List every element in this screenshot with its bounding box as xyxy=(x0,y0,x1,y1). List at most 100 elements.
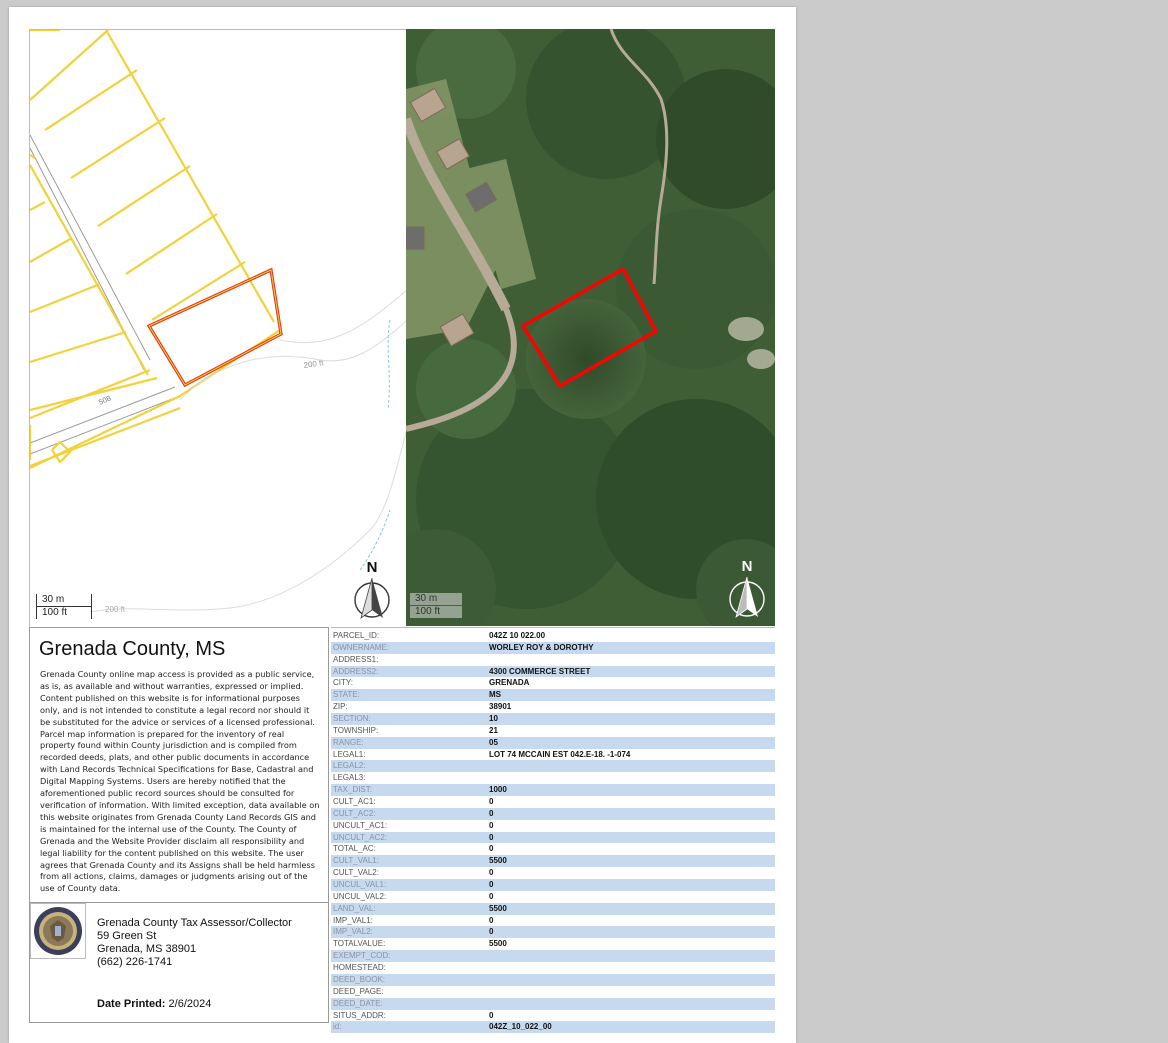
aerial-map[interactable]: 30 m 100 ft N xyxy=(406,29,775,626)
attribute-value: 5500 xyxy=(489,939,507,949)
attribute-key: UNCULT_AC2: xyxy=(331,831,487,844)
attribute-key: CULT_VAL2: xyxy=(333,868,379,878)
info-panel: Grenada County, MS Grenada County online… xyxy=(29,627,329,1023)
attribute-value: 1000 xyxy=(487,784,775,797)
attribute-row: DEED_BOOK: xyxy=(331,973,775,986)
scale-bar-imperial: 100 ft xyxy=(415,606,441,617)
attribute-row: id: 042Z_10_022_00 xyxy=(331,1021,775,1034)
attribute-row: CULT_VAL1: 5500 xyxy=(331,855,775,868)
office-street: 59 Green St xyxy=(97,930,157,942)
attribute-key: UNCUL_VAL2: xyxy=(333,891,387,901)
attribute-row: UNCUL_VAL2: 0 xyxy=(331,891,775,903)
attribute-key: CULT_AC2: xyxy=(331,807,487,820)
attribute-row: LEGAL3: xyxy=(331,772,775,784)
attribute-value xyxy=(487,997,775,1010)
attribute-key: UNCUL_VAL1: xyxy=(331,879,487,891)
attribute-value xyxy=(487,973,775,986)
attribute-key: ADDRESS2: xyxy=(331,665,487,678)
attribute-key: PARCEL_ID: xyxy=(333,631,380,640)
attribute-value: 5500 xyxy=(487,855,775,868)
parcel-map-canvas: 508 200 ft 200 ft xyxy=(30,30,407,614)
attribute-value: 0 xyxy=(489,797,494,807)
attribute-row: HOMESTEAD: xyxy=(331,962,775,974)
scale-bar: 30 m 100 ft xyxy=(36,594,92,619)
attribute-key: DEED_DATE: xyxy=(331,997,487,1010)
attribute-row: ADDRESS2: 4300 COMMERCE STREET xyxy=(331,665,775,678)
attribute-value: LOT 74 MCCAIN EST 042.E-18. -1-074 xyxy=(489,749,631,759)
attribute-value xyxy=(487,772,775,784)
office-phone: (662) 226-1741 xyxy=(97,956,173,968)
attribute-value xyxy=(487,986,775,998)
date-printed-value: 2/6/2024 xyxy=(168,998,212,1010)
contour-label: 200 ft xyxy=(303,358,325,370)
attribute-value xyxy=(487,962,775,974)
county-seal xyxy=(30,903,86,959)
attribute-key: id: xyxy=(331,1021,487,1034)
parcel-number-label: 508 xyxy=(97,394,112,407)
attribute-key: DEED_PAGE: xyxy=(333,986,384,996)
attribute-key: TOWNSHIP: xyxy=(333,725,379,735)
north-arrow: N xyxy=(727,559,767,621)
attribute-row: ZIP: 38901 xyxy=(331,701,775,713)
attribute-value: 0 xyxy=(487,926,775,939)
attribute-value: 0 xyxy=(487,807,775,820)
attribute-value: 0 xyxy=(489,915,494,925)
seal-icon xyxy=(34,907,82,955)
attribute-row: CULT_AC1: 0 xyxy=(331,796,775,808)
attribute-key: DEED_BOOK: xyxy=(331,973,487,986)
attribute-row: UNCULT_AC2: 0 xyxy=(331,831,775,844)
attribute-value xyxy=(487,950,775,963)
attribute-key: CULT_AC1: xyxy=(333,797,376,807)
attribute-key: STATE: xyxy=(331,689,487,702)
attribute-key: TOTAL_AC: xyxy=(333,844,376,854)
parcel-lines xyxy=(30,30,281,469)
disclaimer-text: Grenada County online map access is prov… xyxy=(40,669,320,894)
date-printed-label: Date Printed: xyxy=(97,998,166,1010)
county-title: Grenada County, MS xyxy=(39,638,226,660)
attribute-table: PARCEL_ID: 042Z 10 022.00 OWNERNAME: WORLEY… xyxy=(331,630,775,1034)
attribute-row: OWNERNAME: WORLEY ROY & DOROTHY xyxy=(331,641,775,654)
attribute-key: IMP_VAL1: xyxy=(333,915,373,925)
attribute-row: TOTAL_AC: 0 xyxy=(331,843,775,855)
attribute-row: EXEMPT_COD: xyxy=(331,950,775,963)
attribute-value: 0 xyxy=(487,879,775,891)
attribute-value: WORLEY ROY & DOROTHY xyxy=(487,641,775,654)
attribute-row: ADDRESS1: xyxy=(331,654,775,666)
attribute-row: CULT_VAL2: 0 xyxy=(331,867,775,879)
parcel-map[interactable]: 508 200 ft 200 ft 30 m 100 ft N xyxy=(29,29,407,627)
attribute-value: 042Z 10 022.00 xyxy=(489,631,546,640)
attribute-row: RANGE: 05 xyxy=(331,736,775,749)
attribute-value: 0 xyxy=(489,844,494,854)
attribute-key: LAND_VAL: xyxy=(331,902,487,915)
date-printed: Date Printed: 2/6/2024 xyxy=(97,998,211,1010)
attribute-key: ZIP: xyxy=(333,702,348,712)
attribute-key: TOTALVALUE: xyxy=(333,939,386,949)
attribute-row: PARCEL_ID: 042Z 10 022.00 xyxy=(331,630,775,642)
attribute-value: 10 xyxy=(487,713,775,725)
attribute-value xyxy=(487,654,775,666)
attribute-row: CULT_AC2: 0 xyxy=(331,807,775,820)
attribute-row: UNCUL_VAL1: 0 xyxy=(331,879,775,891)
attribute-key: LEGAL3: xyxy=(333,773,366,783)
aerial-map-canvas xyxy=(406,29,775,626)
contour-label: 200 ft xyxy=(105,605,126,614)
attribute-key: IMP_VAL2: xyxy=(331,926,487,939)
attribute-row: SECTION: 10 xyxy=(331,713,775,725)
attribute-row: DEED_DATE: xyxy=(331,997,775,1010)
attribute-value: 4300 COMMERCE STREET xyxy=(487,665,775,678)
scale-bar-imperial: 100 ft xyxy=(42,607,68,618)
attribute-row: IMP_VAL2: 0 xyxy=(331,926,775,939)
attribute-row: LAND_VAL: 5500 xyxy=(331,902,775,915)
selected-parcel[interactable] xyxy=(146,267,283,388)
scale-bar-metric: 30 m xyxy=(37,594,91,607)
attribute-row: IMP_VAL1: 0 xyxy=(331,915,775,927)
attribute-value: GRENADA xyxy=(489,678,530,688)
attribute-row: DEED_PAGE: xyxy=(331,986,775,998)
scale-bar-metric: 30 m xyxy=(410,593,462,606)
attribute-key: CITY: xyxy=(333,678,354,688)
stream-lines xyxy=(359,319,391,571)
attribute-key: SECTION: xyxy=(331,713,487,725)
attribute-value: 0 xyxy=(487,831,775,844)
attribute-row: TOWNSHIP: 21 xyxy=(331,725,775,737)
attribute-row: TOTALVALUE: 5500 xyxy=(331,938,775,950)
